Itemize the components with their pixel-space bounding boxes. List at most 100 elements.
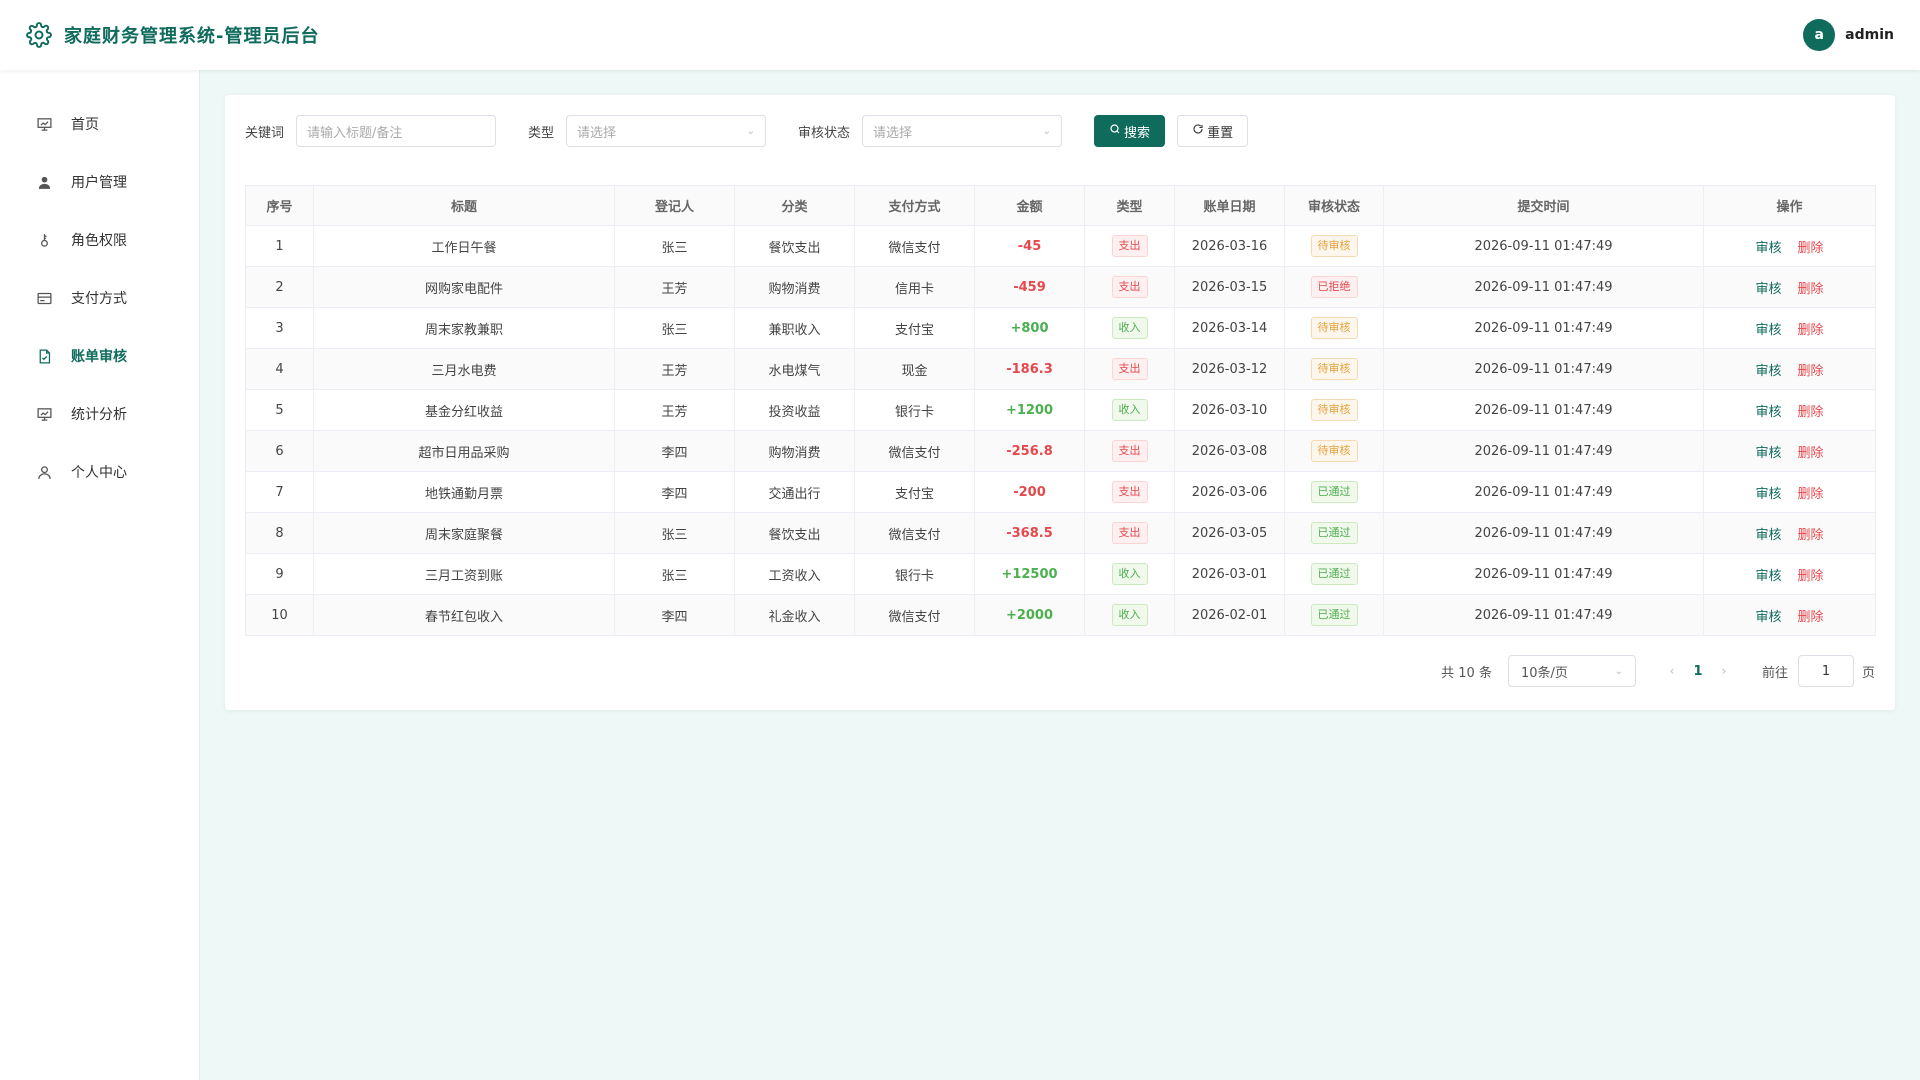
dashboard-icon <box>36 116 53 133</box>
sidebar-item-label: 角色权限 <box>71 233 127 249</box>
reset-button-label: 重置 <box>1207 125 1234 141</box>
delete-button[interactable]: 删除 <box>1798 401 1824 420</box>
status-badge: 已拒绝 <box>1310 276 1358 298</box>
credit-card-icon <box>36 290 53 307</box>
cell-amount: +12500 <box>974 553 1085 595</box>
status-select[interactable]: 请选择 ⌄ <box>862 115 1063 147</box>
cell-date: 2026-03-10 <box>1174 389 1285 431</box>
audit-button[interactable]: 审核 <box>1755 483 1781 502</box>
table-header-row: 序号 标题 登记人 分类 支付方式 金额 类型 账单日期 审核状态 提交时间 操… <box>245 185 1876 226</box>
next-page-icon[interactable]: › <box>1710 664 1738 678</box>
table-row: 4 三月水电费 王芳 水电煤气 现金 -186.3 支出 2026-03-12 待审核 2026-… <box>245 348 1876 390</box>
col-header-actions: 操作 <box>1703 185 1876 226</box>
cell-actions: 审核 删除 <box>1703 348 1876 390</box>
chart-icon <box>36 406 53 423</box>
sidebar-item-payment[interactable]: 支付方式 <box>0 269 199 327</box>
cell-person: 张三 <box>614 225 735 267</box>
type-tag: 支出 <box>1111 276 1148 298</box>
search-button[interactable]: 搜索 <box>1094 115 1166 147</box>
cell-category: 工资收入 <box>734 553 855 595</box>
delete-button[interactable]: 删除 <box>1798 483 1824 502</box>
cell-date: 2026-03-05 <box>1174 512 1285 554</box>
sidebar-item-home[interactable]: 首页 <box>0 95 199 153</box>
col-header-type: 类型 <box>1084 185 1175 226</box>
cell-title: 周末家庭聚餐 <box>313 512 615 554</box>
status-badge: 已通过 <box>1310 604 1358 626</box>
delete-button[interactable]: 删除 <box>1798 565 1824 584</box>
delete-button[interactable]: 删除 <box>1798 606 1824 625</box>
cell-no: 10 <box>245 594 314 636</box>
cell-pay: 支付宝 <box>854 307 975 349</box>
cell-actions: 审核 删除 <box>1703 512 1876 554</box>
audit-button[interactable]: 审核 <box>1755 401 1781 420</box>
cell-no: 8 <box>245 512 314 554</box>
sidebar-item-roles[interactable]: 角色权限 <box>0 211 199 269</box>
status-badge: 待审核 <box>1310 235 1358 257</box>
audit-button[interactable]: 审核 <box>1755 319 1781 338</box>
delete-button[interactable]: 删除 <box>1798 278 1824 297</box>
type-label: 类型 <box>528 125 555 141</box>
amount-value: +2000 <box>1005 607 1054 623</box>
audit-button[interactable]: 审核 <box>1755 606 1781 625</box>
audit-button[interactable]: 审核 <box>1755 442 1781 461</box>
username[interactable]: admin <box>1845 27 1894 43</box>
audit-button[interactable]: 审核 <box>1755 565 1781 584</box>
cell-status: 已通过 <box>1284 553 1384 595</box>
reset-button[interactable]: 重置 <box>1177 115 1249 147</box>
cell-actions: 审核 删除 <box>1703 471 1876 513</box>
page-unit: 页 <box>1861 665 1875 681</box>
delete-button[interactable]: 删除 <box>1798 524 1824 543</box>
status-badge: 已通过 <box>1310 481 1358 503</box>
search-icon <box>1109 123 1121 139</box>
delete-button[interactable]: 删除 <box>1798 319 1824 338</box>
goto-page-input[interactable]: 1 <box>1797 655 1854 687</box>
cell-pay: 银行卡 <box>854 553 975 595</box>
type-tag: 收入 <box>1111 604 1148 626</box>
page-number[interactable]: 1 <box>1686 664 1710 679</box>
cell-person: 王芳 <box>614 348 735 390</box>
status-badge: 待审核 <box>1310 358 1358 380</box>
cell-date: 2026-03-08 <box>1174 430 1285 472</box>
cell-status: 已拒绝 <box>1284 266 1384 308</box>
audit-button[interactable]: 审核 <box>1755 278 1781 297</box>
sidebar-item-users[interactable]: 用户管理 <box>0 153 199 211</box>
type-tag: 支出 <box>1111 235 1148 257</box>
sidebar-item-bill-audit[interactable]: 账单审核 <box>0 327 199 385</box>
cell-type: 支出 <box>1084 430 1175 472</box>
prev-page-icon[interactable]: ‹ <box>1658 664 1686 678</box>
refresh-icon <box>1192 123 1204 139</box>
chevron-down-icon: ⌄ <box>1614 665 1623 677</box>
keyword-placeholder: 请输入标题/备注 <box>307 125 403 141</box>
cell-amount: -256.8 <box>974 430 1085 472</box>
audit-button[interactable]: 审核 <box>1755 360 1781 379</box>
cell-pay: 微信支付 <box>854 512 975 554</box>
cell-actions: 审核 删除 <box>1703 430 1876 472</box>
cell-title: 超市日用品采购 <box>313 430 615 472</box>
keyword-input[interactable]: 请输入标题/备注 <box>296 115 497 147</box>
cell-pay: 微信支付 <box>854 594 975 636</box>
delete-button[interactable]: 删除 <box>1798 237 1824 256</box>
sidebar-item-statistics[interactable]: 统计分析 <box>0 385 199 443</box>
type-select[interactable]: 请选择 ⌄ <box>566 115 767 147</box>
delete-button[interactable]: 删除 <box>1798 442 1824 461</box>
cell-type: 收入 <box>1084 594 1175 636</box>
audit-button[interactable]: 审核 <box>1755 237 1781 256</box>
cell-amount: -186.3 <box>974 348 1085 390</box>
avatar[interactable]: a <box>1803 19 1836 51</box>
cell-person: 张三 <box>614 512 735 554</box>
type-tag: 支出 <box>1111 358 1148 380</box>
delete-button[interactable]: 删除 <box>1798 360 1824 379</box>
cell-type: 支出 <box>1084 512 1175 554</box>
sidebar-item-profile[interactable]: 个人中心 <box>0 443 199 501</box>
chevron-down-icon: ⌄ <box>1042 125 1052 137</box>
audit-button[interactable]: 审核 <box>1755 524 1781 543</box>
table-row: 7 地铁通勤月票 李四 交通出行 支付宝 -200 支出 2026-03-06 已通过 2026-… <box>245 471 1876 513</box>
search-button-label: 搜索 <box>1124 125 1151 141</box>
amount-value: -200 <box>1013 484 1046 500</box>
page-size-select[interactable]: 10条/页 ⌄ <box>1507 655 1636 687</box>
user-menu[interactable]: a admin <box>1803 19 1894 51</box>
cell-type: 支出 <box>1084 225 1175 267</box>
cell-type: 收入 <box>1084 553 1175 595</box>
cell-date: 2026-03-15 <box>1174 266 1285 308</box>
type-tag: 收入 <box>1111 563 1148 585</box>
